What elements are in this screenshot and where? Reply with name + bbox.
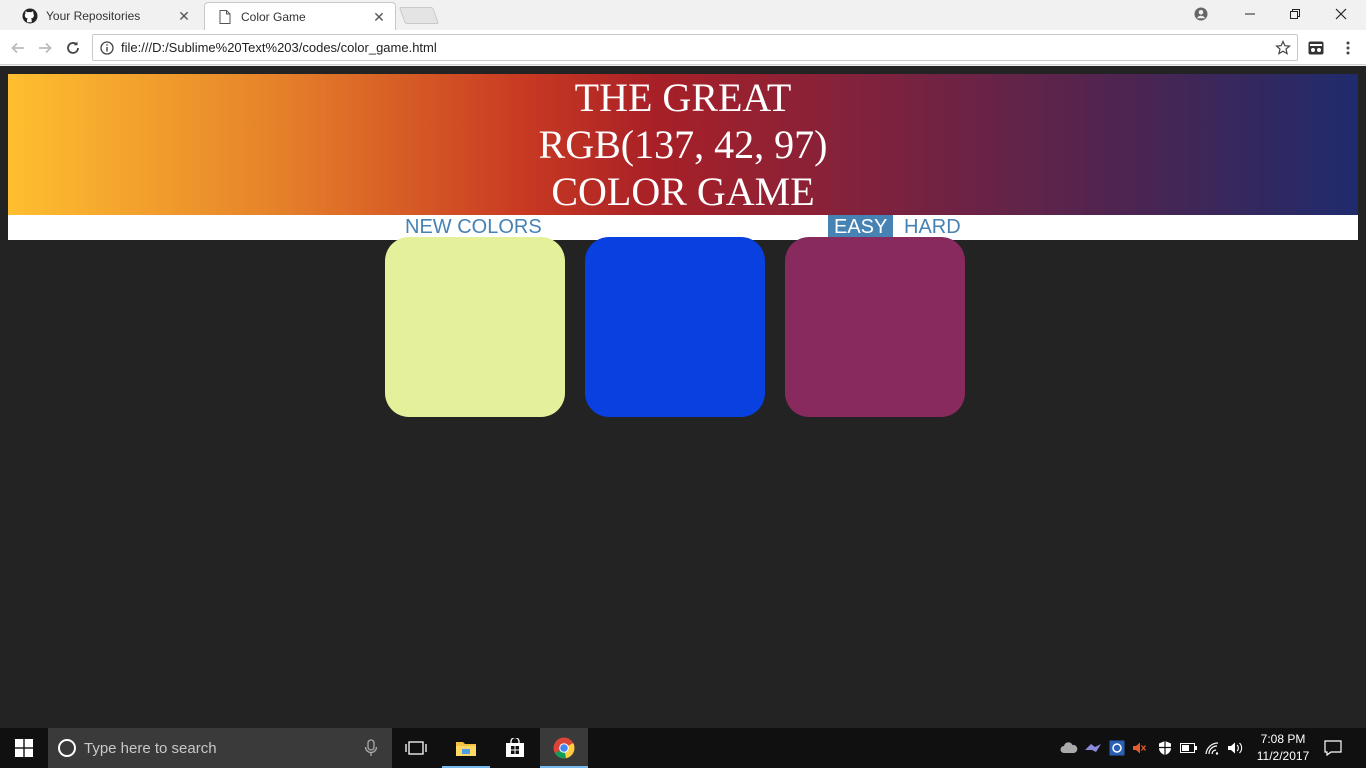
back-button[interactable]	[7, 37, 29, 59]
tray-app-icon-2[interactable]	[1106, 728, 1128, 768]
volume-muted-icon[interactable]	[1128, 728, 1150, 768]
windows-logo-icon	[15, 739, 33, 757]
chrome-icon[interactable]	[540, 728, 588, 768]
minimize-button[interactable]	[1227, 0, 1273, 28]
battery-icon[interactable]	[1178, 728, 1200, 768]
close-window-button[interactable]	[1318, 0, 1364, 28]
close-tab-icon[interactable]: ✕	[371, 9, 387, 25]
bookmark-star-icon[interactable]	[1275, 39, 1291, 56]
start-button[interactable]	[0, 728, 48, 768]
windows-taskbar: Type here to search 7:08 PM 11/2/2017	[0, 728, 1366, 768]
tab-your-repositories[interactable]: Your Repositories ✕	[10, 2, 200, 30]
restore-button[interactable]	[1272, 0, 1318, 28]
title-line-1: THE GREAT	[574, 75, 792, 120]
color-square-2[interactable]	[585, 237, 765, 417]
cortana-icon	[58, 739, 76, 757]
profile-icon[interactable]	[1178, 0, 1224, 28]
target-rgb-display: RGB(137, 42, 97)	[538, 122, 828, 167]
task-view-icon[interactable]	[392, 728, 440, 768]
clock-time: 7:08 PM	[1260, 732, 1306, 746]
tray-app-icon[interactable]	[1082, 728, 1104, 768]
store-icon[interactable]	[491, 728, 539, 768]
search-placeholder: Type here to search	[84, 739, 217, 757]
clock-date: 11/2/2017	[1256, 749, 1310, 763]
extension-icon[interactable]	[1305, 37, 1327, 59]
game-header: THE GREAT RGB(137, 42, 97) COLOR GAME	[8, 74, 1358, 215]
forward-button[interactable]	[34, 37, 56, 59]
browser-toolbar: file:///D:/Sublime%20Text%203/codes/colo…	[0, 30, 1366, 65]
action-center-icon[interactable]	[1320, 728, 1346, 768]
tab-title: Your Repositories	[46, 9, 141, 23]
close-tab-icon[interactable]: ✕	[176, 8, 192, 24]
title-line-3: COLOR GAME	[551, 169, 815, 214]
defender-shield-icon[interactable]	[1154, 728, 1176, 768]
microphone-icon[interactable]	[364, 739, 378, 757]
tab-color-game[interactable]: Color Game ✕	[204, 2, 396, 30]
page-viewport: THE GREAT RGB(137, 42, 97) COLOR GAME NE…	[0, 66, 1366, 728]
menu-icon[interactable]	[1337, 37, 1359, 59]
color-square-1[interactable]	[385, 237, 565, 417]
address-bar[interactable]: file:///D:/Sublime%20Text%203/codes/colo…	[92, 34, 1298, 61]
taskbar-search-box[interactable]: Type here to search	[48, 728, 392, 768]
wifi-icon[interactable]	[1202, 728, 1224, 768]
color-square-3[interactable]	[785, 237, 965, 417]
color-squares-container	[385, 237, 985, 417]
file-explorer-icon[interactable]	[442, 728, 490, 768]
page-icon	[217, 9, 233, 25]
reload-button[interactable]	[62, 37, 84, 59]
onedrive-icon[interactable]	[1058, 728, 1080, 768]
tab-title: Color Game	[241, 9, 306, 24]
color-game-page: THE GREAT RGB(137, 42, 97) COLOR GAME NE…	[8, 74, 1358, 240]
taskbar-clock[interactable]: 7:08 PM 11/2/2017	[1250, 731, 1316, 765]
speaker-icon[interactable]	[1225, 728, 1247, 768]
new-tab-button[interactable]	[398, 7, 440, 24]
url-text: file:///D:/Sublime%20Text%203/codes/colo…	[121, 40, 437, 55]
github-icon	[22, 8, 38, 24]
info-icon[interactable]	[100, 40, 114, 55]
browser-tab-strip: Your Repositories ✕ Color Game ✕	[0, 0, 1366, 30]
